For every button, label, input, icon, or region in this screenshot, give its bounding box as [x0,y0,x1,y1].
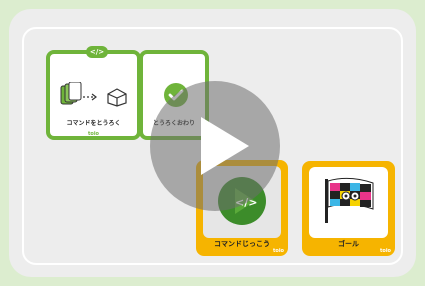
card-stack-icon [60,82,82,105]
brand-label: toio [88,131,99,137]
play-icon [201,117,249,175]
code-tab: </> [86,46,108,58]
dotted-arrow-icon [83,93,97,101]
brand-label: toio [380,248,391,254]
brand-label: toio [273,248,284,254]
command-register-card: </> コマンドをとうろく toio [46,46,141,140]
goal-flag-icon [325,177,374,223]
cube-icon [107,88,127,107]
goal-face [309,167,388,238]
play-button[interactable] [150,81,280,211]
goal-card: ゴール toio [302,161,395,256]
command-register-label: コマンドをとうろく [66,120,121,127]
